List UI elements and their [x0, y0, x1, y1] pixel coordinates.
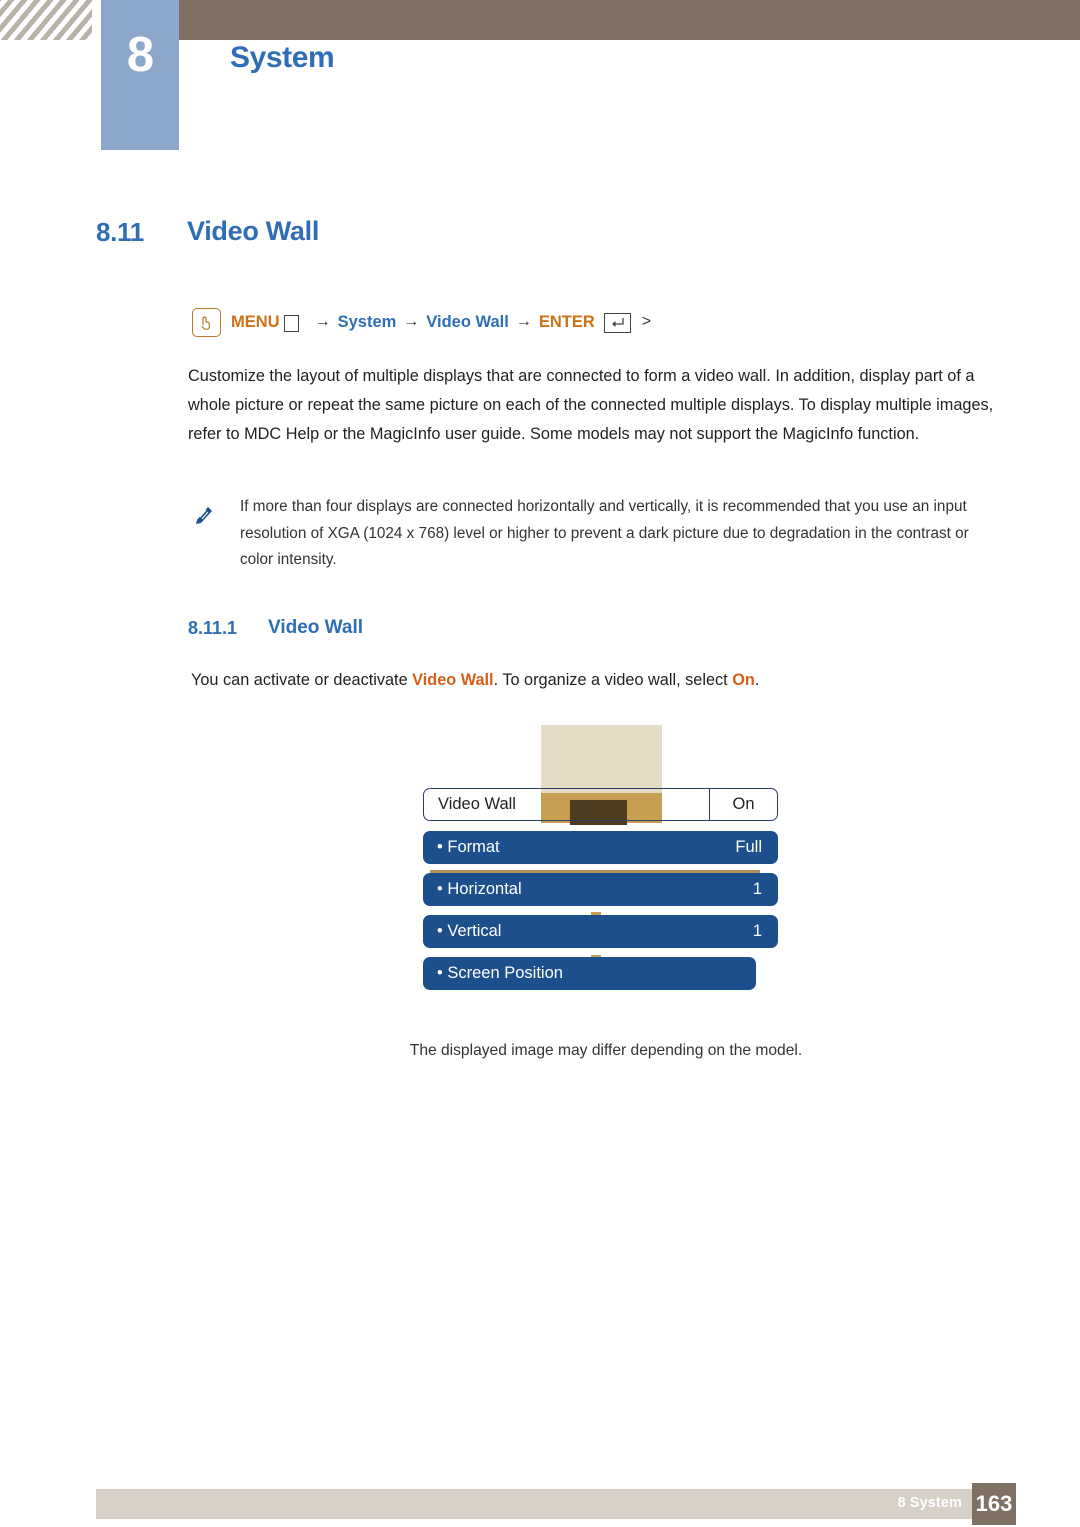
osd-row-horizontal[interactable]: • Horizontal 1 [423, 873, 778, 906]
path-item-system: System [337, 312, 397, 331]
header-hatch-decoration [0, 0, 92, 40]
menu-key-icon [283, 314, 299, 332]
path-arrow-3: → [515, 313, 532, 330]
osd-label-format: • Format [437, 838, 500, 856]
osd-row-video-wall[interactable]: Video Wall On [423, 788, 778, 821]
subsection-highlight-on: On [732, 671, 755, 689]
path-item-video-wall: Video Wall [426, 312, 509, 331]
path-arrow-1: → [314, 313, 331, 330]
osd-background-art-top [541, 725, 662, 793]
subsection-paragraph: You can activate or deactivate Video Wal… [191, 666, 1021, 694]
path-trailing-gt: > [641, 313, 652, 330]
footer-page-number: 163 [972, 1483, 1016, 1525]
subsection-text-before: You can activate or deactivate [191, 671, 413, 689]
chapter-number: 8 [126, 28, 154, 82]
subsection-text-middle: . To organize a video wall, select [493, 671, 733, 689]
section-title: Video Wall [187, 216, 320, 246]
osd-screenshot-mockup: Video Wall On • Format Full • Horizontal… [415, 720, 785, 990]
osd-caption: The displayed image may differ depending… [409, 1042, 803, 1059]
menu-path-breadcrumb: MENU → System → Video Wall → ENTER > [192, 305, 651, 339]
osd-label-horizontal: • Horizontal [437, 880, 522, 898]
footer-label: 8 System [897, 1495, 962, 1511]
enter-label: ENTER [538, 312, 595, 331]
body-paragraph: Customize the layout of multiple display… [188, 367, 994, 443]
note-text: If more than four displays are connected… [240, 498, 969, 568]
osd-row-format[interactable]: • Format Full [423, 831, 778, 864]
chapter-title: System [230, 41, 335, 74]
osd-value-video-wall: On [709, 789, 777, 820]
osd-value-horizontal: 1 [752, 880, 762, 898]
remote-button-icon [192, 307, 221, 337]
subsection-title: Video Wall [268, 617, 364, 638]
subsection-text-after: . [754, 671, 760, 689]
osd-row-screen-position[interactable]: • Screen Position [423, 957, 756, 990]
menu-label: MENU [231, 312, 280, 331]
osd-label-screen-position: • Screen Position [437, 964, 563, 982]
osd-value-format: Full [735, 838, 762, 856]
section-number: 8.11 [96, 217, 144, 247]
subsection-number: 8.11.1 [188, 618, 238, 638]
subsection-highlight-video-wall: Video Wall [412, 671, 494, 689]
osd-value-vertical: 1 [752, 922, 762, 940]
note-pencil-icon [194, 503, 216, 525]
osd-label-video-wall: Video Wall [438, 795, 516, 813]
footer-bar [96, 1489, 1016, 1519]
path-arrow-2: → [403, 313, 420, 330]
osd-row-vertical[interactable]: • Vertical 1 [423, 915, 778, 948]
osd-label-vertical: • Vertical [437, 922, 502, 940]
enter-key-icon [603, 313, 631, 333]
